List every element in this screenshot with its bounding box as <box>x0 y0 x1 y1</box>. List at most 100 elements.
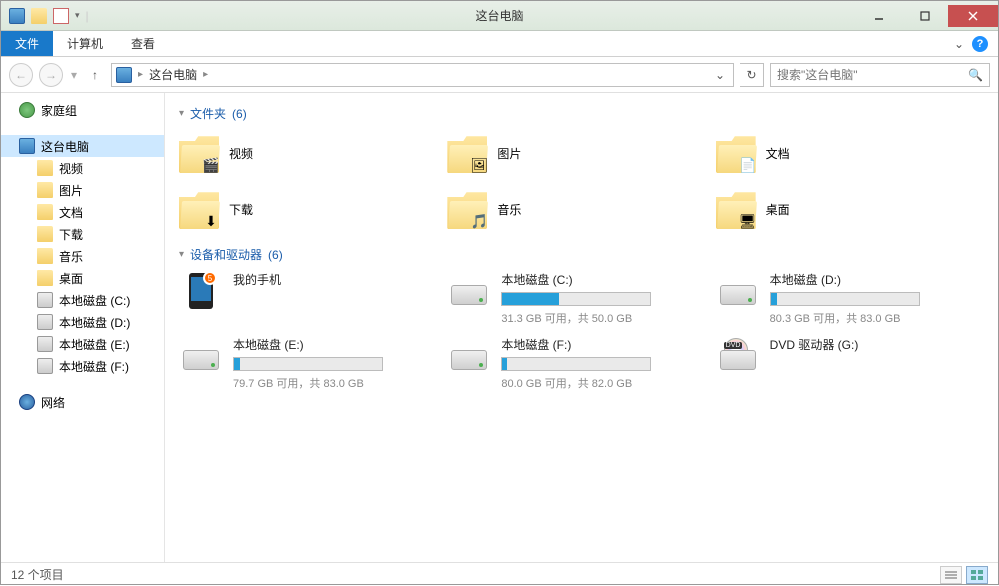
dvd-item[interactable]: DVDDVD 驱动器 (G:) <box>716 336 984 391</box>
group-title: 设备和驱动器 <box>190 246 262 263</box>
sidebar-item[interactable]: 本地磁盘 (E:) <box>1 333 164 355</box>
folder-icon: 🖼 <box>447 133 487 173</box>
device-label: 我的手机 <box>233 271 427 288</box>
group-header-folders[interactable]: ▾ 文件夹 (6) <box>179 105 984 122</box>
close-button[interactable] <box>948 5 998 27</box>
sidebar-item[interactable]: 音乐 <box>1 245 164 267</box>
ribbon-expand-button[interactable]: ⌄ <box>954 37 964 51</box>
device-label: 本地磁盘 (E:) <box>233 336 427 353</box>
capacity-text: 79.7 GB 可用，共 83.0 GB <box>233 375 427 391</box>
sidebar-item-label: 本地磁盘 (F:) <box>59 358 129 375</box>
sidebar-item[interactable]: 本地磁盘 (D:) <box>1 311 164 333</box>
folder-item[interactable]: 🎵音乐 <box>447 186 715 232</box>
folder-icon: 🖥 <box>716 189 756 229</box>
sidebar-item-label: 桌面 <box>59 270 83 287</box>
up-button[interactable]: ↑ <box>85 65 105 85</box>
chevron-right-icon[interactable]: ▸ <box>138 69 143 80</box>
navigation-bar: ← → ▾ ↑ ▸ 这台电脑 ▸ ⌄ ↻ 🔍 <box>1 57 998 93</box>
folder-item[interactable]: ⬇下载 <box>179 186 447 232</box>
address-bar[interactable]: ▸ 这台电脑 ▸ ⌄ <box>111 63 734 87</box>
collapse-icon: ▾ <box>179 249 184 260</box>
folder-item[interactable]: 📄文档 <box>716 130 984 176</box>
folder-label: 视频 <box>229 145 253 162</box>
capacity-text: 80.0 GB 可用，共 82.0 GB <box>501 375 695 391</box>
sidebar-item[interactable]: 桌面 <box>1 267 164 289</box>
quick-access-toolbar: ▾ | <box>1 8 97 24</box>
search-input[interactable] <box>777 68 968 82</box>
folder-icon <box>37 226 53 242</box>
folder-label: 音乐 <box>497 201 521 218</box>
sidebar-item-label: 音乐 <box>59 248 83 265</box>
sidebar-network[interactable]: 网络 <box>1 391 164 413</box>
drive-icon <box>37 358 53 374</box>
view-details-button[interactable] <box>940 566 962 584</box>
folder-icon: 📄 <box>716 133 756 173</box>
folder-icon <box>37 248 53 264</box>
capacity-text: 31.3 GB 可用，共 50.0 GB <box>501 310 695 326</box>
ribbon-tab[interactable]: 文件 <box>1 31 53 56</box>
phone-item[interactable]: 5 我的手机 <box>179 271 447 326</box>
capacity-text: 80.3 GB 可用，共 83.0 GB <box>770 310 964 326</box>
view-tiles-button[interactable] <box>966 566 988 584</box>
breadcrumb[interactable]: 这台电脑 <box>149 66 197 83</box>
drive-icon <box>716 271 760 307</box>
group-header-devices[interactable]: ▾ 设备和驱动器 (6) <box>179 246 984 263</box>
qat-icon-1[interactable] <box>31 8 47 24</box>
qat-icon-2[interactable] <box>53 8 69 24</box>
ribbon: 文件计算机查看 ⌄ ? <box>1 31 998 57</box>
sidebar-item-label: 网络 <box>41 394 65 411</box>
address-dropdown[interactable]: ⌄ <box>711 68 729 82</box>
search-icon[interactable]: 🔍 <box>968 68 983 82</box>
sidebar-item[interactable]: 本地磁盘 (F:) <box>1 355 164 377</box>
qat-dropdown[interactable]: ▾ <box>75 10 80 21</box>
sidebar-item[interactable]: 图片 <box>1 179 164 201</box>
sidebar-homegroup[interactable]: 家庭组 <box>1 99 164 121</box>
capacity-bar <box>770 292 920 306</box>
help-icon[interactable]: ? <box>972 36 988 52</box>
sidebar-item-label: 家庭组 <box>41 102 77 119</box>
sidebar-item[interactable]: 文档 <box>1 201 164 223</box>
sidebar-item-label: 这台电脑 <box>41 138 89 155</box>
drive-icon <box>37 336 53 352</box>
minimize-button[interactable] <box>856 5 902 27</box>
maximize-button[interactable] <box>902 5 948 27</box>
refresh-button[interactable]: ↻ <box>740 63 764 87</box>
window-title: 这台电脑 <box>475 7 523 24</box>
drive-item[interactable]: 本地磁盘 (E:) 79.7 GB 可用，共 83.0 GB <box>179 336 447 391</box>
system-icon <box>9 8 25 24</box>
drive-item[interactable]: 本地磁盘 (F:)80.0 GB 可用，共 82.0 GB <box>447 336 715 391</box>
folder-icon <box>37 204 53 220</box>
capacity-bar <box>501 292 651 306</box>
status-bar: 12 个项目 <box>1 562 998 586</box>
dvd-icon: DVD <box>716 336 760 372</box>
drive-item[interactable]: 本地磁盘 (C:) 31.3 GB 可用，共 50.0 GB <box>447 271 715 326</box>
device-label: 本地磁盘 (C:) <box>501 271 695 288</box>
folder-item[interactable]: 🖥 桌面 <box>716 186 984 232</box>
titlebar: ▾ | 这台电脑 <box>1 1 998 31</box>
ribbon-tab[interactable]: 计算机 <box>53 31 117 56</box>
sidebar-item-label: 下载 <box>59 226 83 243</box>
history-dropdown[interactable]: ▾ <box>69 68 79 82</box>
folder-icon <box>37 182 53 198</box>
chevron-right-icon[interactable]: ▸ <box>203 69 208 80</box>
group-title: 文件夹 <box>190 105 226 122</box>
folder-item[interactable]: 🖼图片 <box>447 130 715 176</box>
folder-item[interactable]: 🎬视频 <box>179 130 447 176</box>
forward-button[interactable]: → <box>39 63 63 87</box>
collapse-icon: ▾ <box>179 108 184 119</box>
device-label: 本地磁盘 (D:) <box>770 271 964 288</box>
sidebar-item[interactable]: 下载 <box>1 223 164 245</box>
sidebar-item[interactable]: 视频 <box>1 157 164 179</box>
search-box[interactable]: 🔍 <box>770 63 990 87</box>
back-button[interactable]: ← <box>9 63 33 87</box>
group-count: (6) <box>232 107 247 121</box>
drive-icon <box>37 292 53 308</box>
folder-label: 桌面 <box>766 201 790 218</box>
ribbon-tab[interactable]: 查看 <box>117 31 169 56</box>
sidebar-item[interactable]: 本地磁盘 (C:) <box>1 289 164 311</box>
drive-item[interactable]: 本地磁盘 (D:) 80.3 GB 可用，共 83.0 GB <box>716 271 984 326</box>
drive-icon <box>447 336 491 372</box>
sidebar-this-pc[interactable]: 这台电脑 <box>1 135 164 157</box>
sidebar-item-label: 图片 <box>59 182 83 199</box>
phone-icon: 5 <box>179 271 223 311</box>
